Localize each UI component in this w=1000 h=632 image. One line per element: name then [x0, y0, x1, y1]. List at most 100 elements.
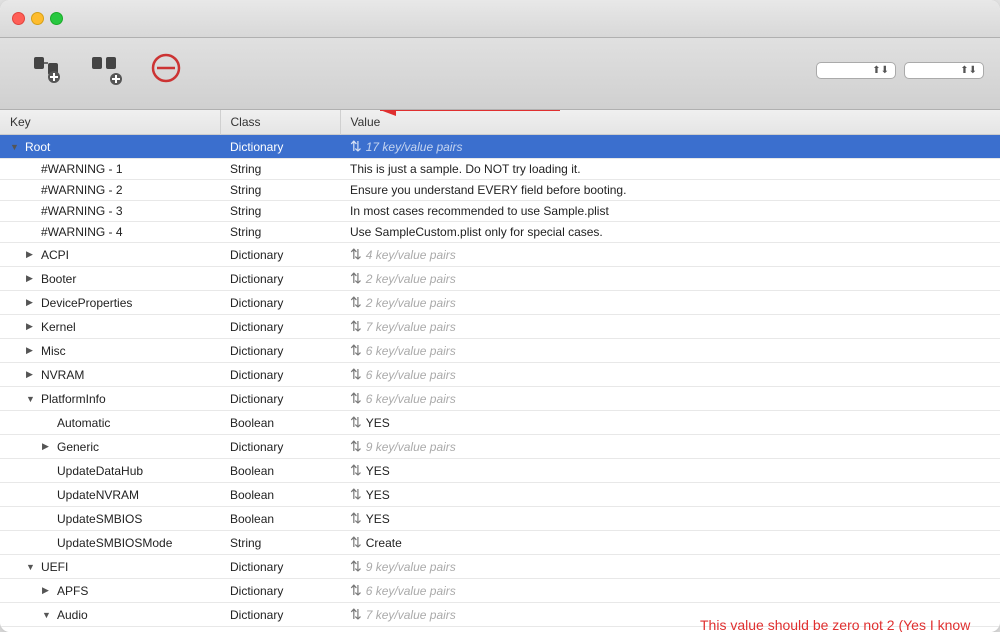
table-row[interactable]: #WARNING - 4StringUse SampleCustom.plist…	[0, 222, 1000, 243]
table-row[interactable]: #WARNING - 1StringThis is just a sample.…	[0, 159, 1000, 180]
table-header: Key Class Value	[0, 110, 1000, 135]
value-text: 2 key/value pairs	[366, 296, 456, 310]
value-text: 9 key/value pairs	[366, 560, 456, 574]
expand-arrow[interactable]: ▼	[10, 142, 22, 152]
main-window: ⬆⬇ ⬆⬇ Key Class Value	[0, 0, 1000, 632]
expand-arrow[interactable]: ▶	[26, 297, 38, 308]
expand-arrow[interactable]: ▼	[26, 562, 38, 572]
expand-arrow[interactable]: ▶	[26, 345, 38, 356]
value-cell: This is just a sample. Do NOT try loadin…	[340, 159, 1000, 180]
value-text: 6 key/value pairs	[366, 368, 456, 382]
close-button[interactable]	[12, 12, 25, 25]
table-row[interactable]: ▶GenericDictionary⇅9 key/value pairs	[0, 435, 1000, 459]
format-select[interactable]: ⬆⬇	[816, 62, 896, 79]
value-text: YES	[366, 488, 390, 502]
stepper-icon[interactable]: ⇅	[350, 438, 362, 455]
class-cell: Dictionary	[220, 555, 340, 579]
expand-arrow[interactable]: ▶	[42, 441, 54, 452]
value-cell: ⇅6 key/value pairs	[340, 579, 1000, 603]
stepper-icon[interactable]: ⇅	[350, 582, 362, 599]
value-text: 7 key/value pairs	[366, 320, 456, 334]
class-cell: Dictionary	[220, 267, 340, 291]
delete-button[interactable]	[136, 44, 196, 103]
toolbar: ⬆⬇ ⬆⬇	[0, 38, 1000, 110]
value-cell: ⇅6 key/value pairs	[340, 339, 1000, 363]
stepper-icon[interactable]: ⇅	[350, 246, 362, 263]
class-cell: Dictionary	[220, 315, 340, 339]
value-text: Ensure you understand EVERY field before…	[350, 183, 626, 197]
table-row[interactable]: ▶ACPIDictionary⇅4 key/value pairs	[0, 243, 1000, 267]
table-row[interactable]: ▶NVRAMDictionary⇅6 key/value pairs	[0, 363, 1000, 387]
stepper-icon[interactable]: ⇅	[350, 318, 362, 335]
stepper-icon[interactable]: ⇅	[350, 486, 362, 503]
new-child-button[interactable]	[16, 45, 76, 102]
stepper-icon[interactable]: ⇅	[350, 270, 362, 287]
expand-arrow[interactable]: ▶	[26, 369, 38, 380]
table-row[interactable]: AutomaticBoolean⇅YES	[0, 411, 1000, 435]
stepper-icon[interactable]: ⇅	[350, 414, 362, 431]
expand-arrow[interactable]: ▼	[42, 610, 54, 620]
value-text: YES	[366, 512, 390, 526]
table-row[interactable]: ▶Kernel Dictionary ⇅ 7 key/value pairs	[0, 315, 1000, 339]
value-text: 7 key/value pairs	[366, 608, 456, 622]
expand-arrow[interactable]: ▶	[26, 321, 38, 332]
table-row[interactable]: ▶BooterDictionary⇅2 key/value pairs	[0, 267, 1000, 291]
table-row[interactable]: ▶DevicePropertiesDictionary⇅2 key/value …	[0, 291, 1000, 315]
expand-arrow[interactable]: ▶	[26, 249, 38, 260]
key-text: Kernel	[41, 320, 76, 334]
class-cell: Boolean	[220, 507, 340, 531]
key-cell: ▼UEFI	[0, 555, 220, 579]
table-row[interactable]: ▼PlatformInfoDictionary⇅6 key/value pair…	[0, 387, 1000, 411]
table-container[interactable]: Key Class Value ▼RootDictionary⇅17 key/v…	[0, 110, 1000, 632]
stepper-icon[interactable]: ⇅	[350, 510, 362, 527]
table-row[interactable]: ▼UEFIDictionary ⇅ 9 key/value pairs	[0, 555, 1000, 579]
view-as-chevron: ⬆⬇	[960, 65, 977, 76]
new-sibling-button[interactable]	[76, 45, 136, 102]
data-table: Key Class Value ▼RootDictionary⇅17 key/v…	[0, 110, 1000, 632]
key-cell: ▶Misc	[0, 339, 220, 363]
table-row[interactable]: UpdateSMBIOSModeString⇅Create	[0, 531, 1000, 555]
key-header: Key	[0, 110, 220, 135]
stepper-icon[interactable]: ⇅	[350, 390, 362, 407]
table-row[interactable]: UpdateSMBIOSBoolean ⇅ YES	[0, 507, 1000, 531]
value-cell: ⇅ YES	[340, 507, 1000, 531]
titlebar	[0, 0, 1000, 38]
stepper-icon[interactable]: ⇅	[350, 138, 362, 155]
value-text: 17 key/value pairs	[366, 140, 463, 154]
expand-arrow[interactable]: ▶	[26, 273, 38, 284]
expand-arrow[interactable]: ▶	[42, 585, 54, 596]
table-row[interactable]: ▶APFSDictionary⇅6 key/value pairs	[0, 579, 1000, 603]
stepper-icon[interactable]: ⇅	[350, 606, 362, 623]
table-row[interactable]: AudioCodecNumber⇅0	[0, 627, 1000, 632]
stepper-icon[interactable]: ⇅	[350, 294, 362, 311]
key-text: #WARNING - 4	[41, 225, 123, 239]
toolbar-right: ⬆⬇ ⬆⬇	[816, 62, 984, 85]
class-header: Class	[220, 110, 340, 135]
class-cell: Dictionary	[220, 339, 340, 363]
table-row[interactable]: ▼RootDictionary⇅17 key/value pairs	[0, 135, 1000, 159]
stepper-icon[interactable]: ⇅	[350, 462, 362, 479]
new-child-icon	[30, 53, 62, 90]
table-row[interactable]: ▼AudioDictionary⇅7 key/value pairs	[0, 603, 1000, 627]
view-as-select[interactable]: ⬆⬇	[904, 62, 984, 79]
stepper-icon[interactable]: ⇅	[350, 342, 362, 359]
maximize-button[interactable]	[50, 12, 63, 25]
key-cell: ▶DeviceProperties	[0, 291, 220, 315]
table-row[interactable]: UpdateDataHubBoolean⇅YES	[0, 459, 1000, 483]
expand-arrow[interactable]: ▼	[26, 394, 38, 404]
table-row[interactable]: UpdateNVRAMBoolean⇅YES	[0, 483, 1000, 507]
minimize-button[interactable]	[31, 12, 44, 25]
format-row: ⬆⬇ ⬆⬇	[816, 62, 984, 79]
stepper-icon[interactable]: ⇅	[350, 534, 362, 551]
key-text: UpdateSMBIOSMode	[57, 536, 172, 550]
table-row[interactable]: #WARNING - 3StringIn most cases recommen…	[0, 201, 1000, 222]
stepper-icon[interactable]: ⇅	[350, 366, 362, 383]
value-cell: ⇅YES	[340, 411, 1000, 435]
class-cell: String	[220, 531, 340, 555]
table-wrapper: Key Class Value ▼RootDictionary⇅17 key/v…	[0, 110, 1000, 632]
stepper-icon[interactable]: ⇅	[350, 558, 362, 575]
table-row[interactable]: #WARNING - 2StringEnsure you understand …	[0, 180, 1000, 201]
value-cell: ⇅ 7 key/value pairs	[340, 603, 1000, 627]
table-row[interactable]: ▶MiscDictionary⇅6 key/value pairs	[0, 339, 1000, 363]
key-cell: UpdateSMBIOS	[0, 507, 220, 531]
